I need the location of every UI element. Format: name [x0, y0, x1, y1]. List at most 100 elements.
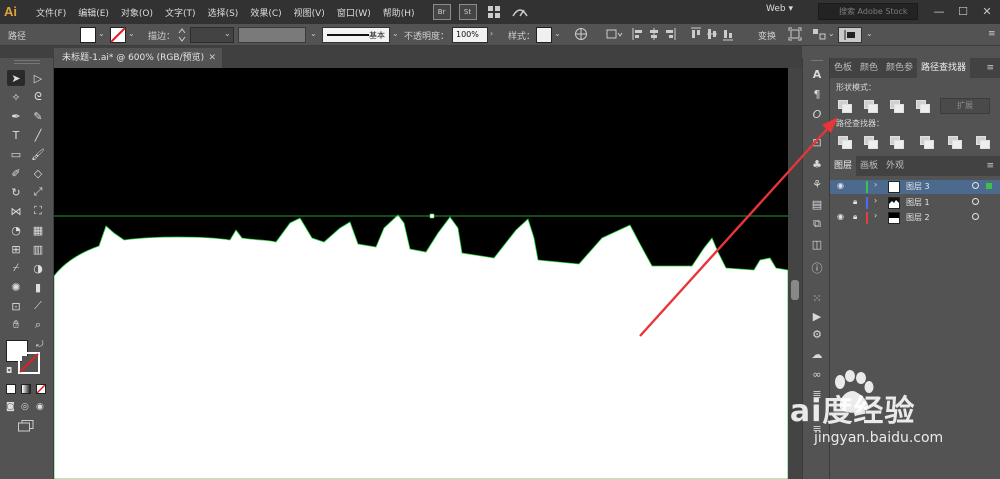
align-panel-icon[interactable]: ≣ [808, 386, 826, 402]
artboard-canvas[interactable] [54, 68, 788, 479]
align-left-icon[interactable] [632, 27, 644, 44]
menu-view[interactable]: 视图(V) [294, 6, 325, 19]
align-middle-icon[interactable] [706, 27, 718, 44]
arrange-dropdown-icon[interactable]: ⌄ [866, 29, 873, 38]
default-colors-icon[interactable]: ◘ [6, 366, 12, 375]
layer-row-2[interactable]: ◉ 🔒︎ › 图层 2 [830, 211, 1000, 225]
stroke-swatch[interactable] [110, 27, 126, 46]
pen-icon[interactable]: ✒ [7, 108, 25, 124]
stroke-dropdown-icon[interactable]: ⌄ [128, 29, 135, 38]
layer-name[interactable]: 图层 2 [906, 212, 930, 223]
stroke-weight-dropdown-icon[interactable]: ⌄ [224, 29, 231, 38]
tab-artboards[interactable]: 画板 [856, 156, 882, 176]
align-bottom-icon[interactable] [722, 27, 734, 44]
type-icon[interactable]: T [7, 127, 25, 143]
select-similar-icon[interactable] [812, 27, 826, 44]
trim-icon[interactable] [864, 136, 878, 149]
paintbrush-icon[interactable]: 🖌︎ [29, 146, 47, 162]
merge-icon[interactable] [890, 136, 904, 149]
draw-behind-icon[interactable]: ◎ [21, 402, 29, 412]
pathfinder-panel-menu-icon[interactable]: ≡ [986, 58, 994, 78]
brush-definition[interactable]: 基本 [322, 27, 390, 43]
color-guide-panel-icon[interactable]: ◫ [808, 236, 826, 252]
menu-help[interactable]: 帮助(H) [383, 6, 415, 19]
align-top-icon[interactable] [690, 27, 702, 44]
search-input[interactable]: 搜索 Adobe Stock [818, 3, 918, 20]
graphic-styles-panel-icon[interactable]: ▤ [808, 196, 826, 212]
tab-color[interactable]: 颜色 [856, 58, 882, 78]
toolbar-stroke-swatch[interactable] [18, 352, 40, 374]
direct-selection-icon[interactable]: ▷ [29, 70, 47, 86]
transform-button[interactable]: 变换 [758, 29, 776, 42]
actions-panel-icon[interactable]: ▶ [808, 308, 826, 324]
expand-layer-chevron-icon[interactable]: › [874, 211, 877, 220]
eraser-icon[interactable]: ◇ [29, 165, 47, 181]
isolate-icon[interactable] [788, 27, 802, 44]
swap-fill-stroke-icon[interactable]: ⤾ [36, 340, 44, 350]
graphic-style-swatch[interactable] [536, 27, 552, 43]
expand-button[interactable]: 扩展 [940, 98, 990, 114]
lasso-icon[interactable]: ᘓ [29, 89, 47, 105]
workspace-switcher[interactable]: Web ▾ [766, 4, 793, 14]
free-transform-icon[interactable]: ⛶ [29, 203, 47, 219]
screen-mode-icon[interactable] [18, 420, 34, 432]
menu-type[interactable]: 文字(T) [165, 6, 196, 19]
scrollbar-thumb[interactable] [791, 280, 799, 300]
brushes-panel-icon[interactable]: ⚘ [808, 176, 826, 192]
stroke-weight-stepper-icon[interactable] [178, 27, 186, 46]
maximize-button[interactable]: ☐ [952, 3, 974, 21]
tab-appearance[interactable]: 外观 [882, 156, 908, 176]
gpu-performance-icon[interactable] [511, 4, 529, 20]
unite-icon[interactable] [838, 100, 852, 113]
arrange-icon[interactable] [838, 27, 862, 43]
artwork[interactable] [54, 68, 788, 479]
document-tab[interactable]: 未标题-1.ai* @ 600% (RGB/预览) ✕ [54, 48, 222, 68]
style-dropdown-icon[interactable]: ⌄ [554, 29, 561, 38]
profile-dropdown-icon[interactable]: ⌄ [310, 29, 317, 38]
expand-layer-chevron-icon[interactable]: › [874, 196, 877, 205]
lock-icon[interactable]: 🔒︎ [853, 212, 857, 222]
selection-indicator[interactable] [986, 183, 992, 189]
graph-icon[interactable]: ▮ [29, 279, 47, 295]
minus-back-icon[interactable] [976, 136, 990, 149]
menu-object[interactable]: 对象(O) [121, 6, 153, 19]
draw-inside-icon[interactable]: ◉ [36, 402, 44, 412]
arrange-documents-icon[interactable] [485, 4, 503, 20]
zoom-icon[interactable]: ⌕ [29, 317, 47, 333]
hand-icon[interactable]: ✋︎ [7, 317, 25, 333]
magic-wand-icon[interactable]: ✧ [7, 89, 25, 105]
expand-layer-chevron-icon[interactable]: › [874, 180, 877, 189]
perspective-icon[interactable]: ▦ [29, 222, 47, 238]
cc-libraries-panel-icon[interactable]: ☁ [808, 346, 826, 362]
layer-name[interactable]: 图层 3 [906, 181, 930, 192]
symbol-sprayer-icon[interactable]: ✺ [7, 279, 25, 295]
menu-select[interactable]: 选择(S) [208, 6, 239, 19]
curvature-icon[interactable]: ✎ [29, 108, 47, 124]
select-similar-dropdown-icon[interactable]: ⌄ [828, 29, 835, 38]
layers-panel-menu-icon[interactable]: ≡ [986, 156, 994, 176]
bridge-button[interactable]: Br [432, 4, 451, 20]
links-panel-icon[interactable]: ⁙ [808, 290, 826, 306]
width-icon[interactable]: ⋈ [7, 203, 25, 219]
align-center-icon[interactable] [648, 27, 660, 44]
rectangle-icon[interactable]: ▭ [7, 146, 25, 162]
transform-panel-icon[interactable]: ⊡ [808, 134, 826, 150]
layer-target-icon[interactable] [972, 182, 979, 189]
visibility-eye-icon[interactable]: ◉ [837, 181, 844, 190]
lock-icon[interactable]: 🔒︎ [853, 197, 857, 207]
layer-target-icon[interactable] [972, 213, 979, 220]
color-mode-icon[interactable] [6, 384, 16, 394]
shape-builder-icon[interactable]: ◔ [7, 222, 25, 238]
scale-icon[interactable]: ⤢ [29, 184, 47, 200]
document-info-panel-icon[interactable]: ⓘ [808, 260, 826, 276]
opentype-panel-icon[interactable]: O [808, 106, 826, 122]
layer-row-3[interactable]: ◉ › 图层 3 [830, 180, 1000, 194]
artboard-icon[interactable]: ⊡ [7, 298, 25, 314]
align-to-icon[interactable] [604, 27, 624, 44]
layer-target-icon[interactable] [972, 198, 979, 205]
minimize-button[interactable]: — [928, 3, 950, 21]
pathfinder-panel-icon[interactable]: ∞ [808, 366, 826, 382]
vertical-scrollbar[interactable] [788, 68, 802, 479]
exclude-icon[interactable] [916, 100, 930, 113]
close-tab-icon[interactable]: ✕ [208, 48, 216, 68]
